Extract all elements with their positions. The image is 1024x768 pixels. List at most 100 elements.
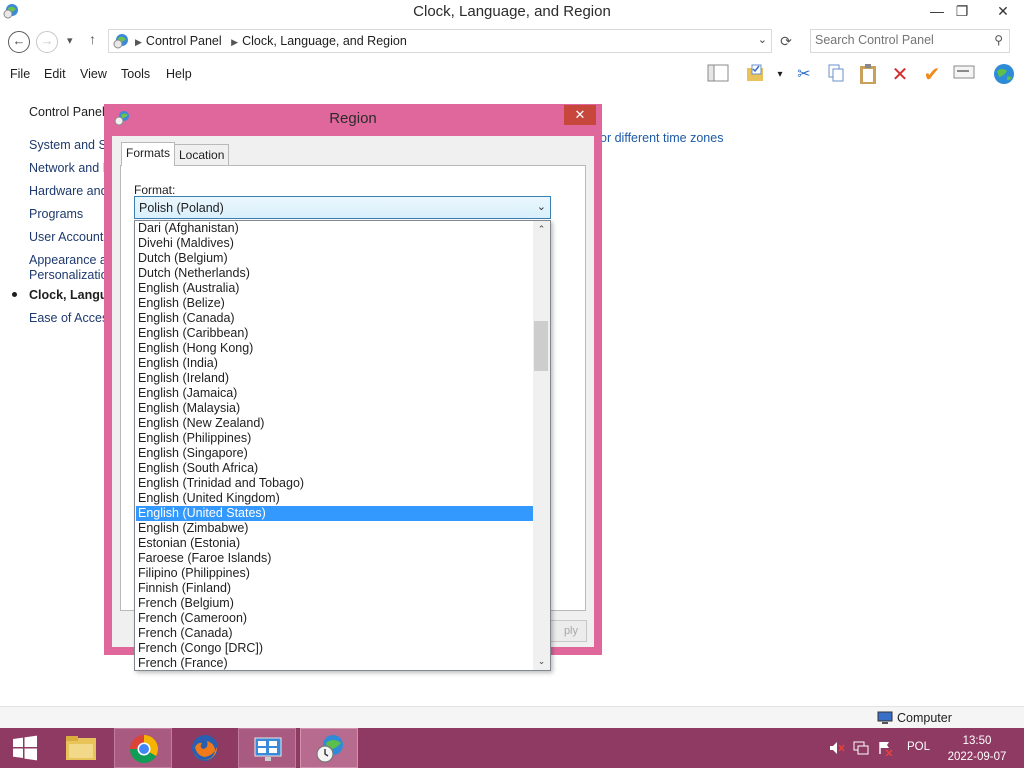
restore-button[interactable]: ❐ <box>945 0 979 22</box>
format-option[interactable]: Dutch (Belgium) <box>136 251 534 266</box>
search-input[interactable] <box>815 33 985 47</box>
chevron-down-icon[interactable]: ⌄ <box>758 33 767 46</box>
format-option[interactable]: French (France) <box>136 656 534 670</box>
back-button[interactable]: ← <box>8 31 30 53</box>
breadcrumb-clock-language-region[interactable]: Clock, Language, and Region <box>242 34 407 48</box>
menu-help[interactable]: Help <box>166 67 192 81</box>
format-option[interactable]: English (India) <box>136 356 534 371</box>
format-option[interactable]: Divehi (Maldives) <box>136 236 534 251</box>
start-button[interactable] <box>0 728 50 768</box>
format-option[interactable]: English (New Zealand) <box>136 416 534 431</box>
format-option[interactable]: Faroese (Faroe Islands) <box>136 551 534 566</box>
input-language-indicator[interactable]: POL <box>907 741 930 753</box>
format-option[interactable]: English (Trinidad and Tobago) <box>136 476 534 491</box>
paste-icon[interactable] <box>856 63 880 87</box>
dropdown-scrollbar[interactable]: ⌃ ⌄ <box>533 221 550 670</box>
address-field[interactable]: ▶ Control Panel ▶ Clock, Language, and Reg… <box>108 29 772 53</box>
nav-appearance[interactable]: Appearance and <box>29 253 109 267</box>
tab-formats[interactable]: Formats <box>121 142 176 166</box>
network-icon[interactable] <box>853 740 869 756</box>
format-option[interactable]: Estonian (Estonia) <box>136 536 534 551</box>
nav-clock-language-region[interactable]: Clock, Language, and Region <box>29 288 109 302</box>
nav-network-and-internet[interactable]: Network and Internet <box>29 161 109 175</box>
window-title: Clock, Language, and Region <box>413 3 611 20</box>
folder-options-icon[interactable] <box>744 63 768 87</box>
format-option[interactable]: French (Belgium) <box>136 596 534 611</box>
menu-tools[interactable]: Tools <box>121 67 150 81</box>
copy-icon[interactable] <box>824 63 848 87</box>
cut-icon[interactable]: ✂ <box>792 63 816 87</box>
breadcrumb-separator-icon[interactable]: ▶ <box>231 37 238 47</box>
format-option[interactable]: English (Zimbabwe) <box>136 521 534 536</box>
dialog-close-button[interactable]: ✕ <box>564 105 596 125</box>
delete-icon[interactable]: ✕ <box>888 63 912 87</box>
format-option[interactable]: English (Canada) <box>136 311 534 326</box>
tab-location[interactable]: Location <box>174 144 230 165</box>
refresh-icon[interactable]: ⟳ <box>774 29 798 53</box>
search-icon[interactable]: ⚲ <box>994 33 1003 47</box>
change-time-zone-link[interactable]: or different time zones <box>600 131 723 145</box>
taskbar-chrome[interactable] <box>114 728 172 768</box>
taskbar-firefox[interactable] <box>176 728 234 768</box>
menu-file[interactable]: File <box>10 67 30 81</box>
volume-muted-icon[interactable] <box>829 740 845 756</box>
nav-system-and-security[interactable]: System and Security <box>29 138 109 152</box>
format-option[interactable]: English (Hong Kong) <box>136 341 534 356</box>
scroll-thumb[interactable] <box>534 321 548 371</box>
format-option[interactable]: Finnish (Finland) <box>136 581 534 596</box>
chevron-down-icon[interactable]: ▾ <box>768 63 792 87</box>
menu-edit[interactable]: Edit <box>44 67 66 81</box>
windows-logo-icon <box>13 735 37 761</box>
format-option[interactable]: French (Congo [DRC]) <box>136 641 534 656</box>
format-option[interactable]: English (Singapore) <box>136 446 534 461</box>
format-option[interactable]: English (Malaysia) <box>136 401 534 416</box>
taskbar-control-panel[interactable] <box>238 728 296 768</box>
breadcrumb-separator-icon[interactable]: ▶ <box>135 37 142 47</box>
format-option[interactable]: English (Ireland) <box>136 371 534 386</box>
format-option[interactable]: Dari (Afghanistan) <box>136 221 534 236</box>
layout-pane-icon[interactable] <box>706 63 730 87</box>
chevron-down-icon[interactable]: ⌄ <box>537 200 546 213</box>
format-option[interactable]: English (South Africa) <box>136 461 534 476</box>
search-box[interactable]: ⚲ <box>810 29 1010 53</box>
recent-pages-chevron-icon[interactable]: ▾ <box>67 34 73 47</box>
nav-ease-of-access[interactable]: Ease of Access <box>29 311 109 325</box>
computer-icon <box>877 711 893 724</box>
properties-icon[interactable] <box>952 63 976 87</box>
scroll-up-icon[interactable]: ⌃ <box>533 221 550 238</box>
forward-button[interactable]: → <box>36 31 58 53</box>
up-arrow-icon[interactable]: ↑ <box>89 31 96 47</box>
taskbar-region[interactable] <box>300 728 358 768</box>
format-dropdown-list[interactable]: Dari (Afghanistan) Divehi (Maldives) Dutch… <box>134 220 551 671</box>
format-option[interactable]: French (Canada) <box>136 626 534 641</box>
nav-control-panel-home[interactable]: Control Panel Home <box>29 105 109 119</box>
control-panel-icon <box>113 34 128 49</box>
status-bar: Computer <box>0 706 1024 728</box>
clock-time: 13:50 <box>962 735 992 747</box>
taskbar-clock[interactable]: 13:50 2022-09-07 <box>944 733 1010 765</box>
format-option[interactable]: English (Jamaica) <box>136 386 534 401</box>
nav-user-accounts[interactable]: User Accounts and Family Safety <box>29 230 109 244</box>
globe-icon[interactable] <box>992 63 1016 87</box>
close-button[interactable]: ✕ <box>986 0 1020 22</box>
checkmark-icon[interactable]: ✔ <box>920 63 944 87</box>
format-option[interactable]: English (Belize) <box>136 296 534 311</box>
taskbar-file-explorer[interactable] <box>52 728 110 768</box>
format-option[interactable]: Filipino (Philippines) <box>136 566 534 581</box>
nav-hardware-and-sound[interactable]: Hardware and Sound <box>29 184 109 198</box>
format-select[interactable]: Polish (Poland) ⌄ <box>134 196 551 219</box>
status-computer-label: Computer <box>897 711 952 725</box>
nav-programs[interactable]: Programs <box>29 207 109 221</box>
scroll-down-icon[interactable]: ⌄ <box>533 653 550 670</box>
format-option[interactable]: Dutch (Netherlands) <box>136 266 534 281</box>
nav-personalization[interactable]: Personalization <box>29 268 109 282</box>
breadcrumb-control-panel[interactable]: Control Panel <box>146 34 222 48</box>
format-option[interactable]: English (Philippines) <box>136 431 534 446</box>
action-center-icon[interactable] <box>877 740 893 757</box>
format-option[interactable]: English (Australia) <box>136 281 534 296</box>
format-option[interactable]: English (United States) <box>136 506 534 521</box>
format-option[interactable]: English (United Kingdom) <box>136 491 534 506</box>
menu-view[interactable]: View <box>80 67 107 81</box>
format-option[interactable]: French (Cameroon) <box>136 611 534 626</box>
format-option[interactable]: English (Caribbean) <box>136 326 534 341</box>
